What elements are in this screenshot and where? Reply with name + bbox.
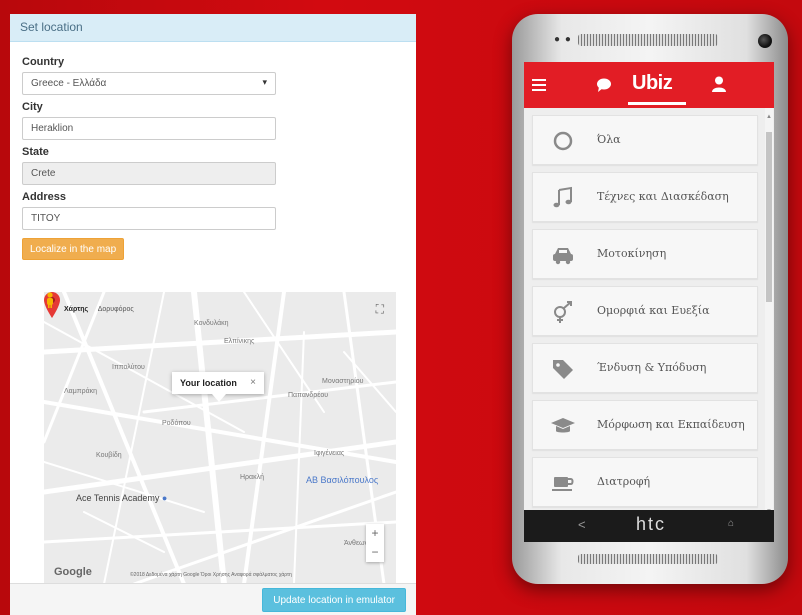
poi-tennis[interactable]: Ace Tennis Academy ● [76,493,167,503]
poi-ab[interactable]: ΑΒ Βασιλόπουλος [306,475,378,485]
street-label: Κονδυλάκη [194,320,229,327]
speaker-grille [578,34,718,46]
set-location-panel: Set location Country Greece - Ελλάδα ▾ C… [10,14,416,615]
graduation-cap-icon [551,418,575,433]
category-label: Διατροφή [597,475,651,488]
location-popup: Your location × [172,372,264,402]
circle-icon [553,131,573,151]
country-select[interactable]: Greece - Ελλάδα ▾ [22,72,276,95]
close-icon[interactable]: × [250,377,256,388]
popup-text: Your location [180,378,237,388]
street-label: Ροδόπου [162,420,191,427]
city-input[interactable]: Heraklion [22,117,276,140]
gender-icon [554,301,572,323]
location-form: Country Greece - Ελλάδα ▾ City Heraklion… [10,42,416,268]
address-input[interactable]: TITOY [22,207,276,230]
coffee-cup-icon [552,477,574,491]
state-label: State [22,146,49,158]
category-item-all[interactable]: Όλα [532,115,758,165]
category-item-food[interactable]: Διατροφή [532,457,758,507]
scroll-up-arrow-icon[interactable]: ▲ [766,114,772,120]
category-label: Μόρφωση και Εκπαίδευση [597,418,745,431]
street-label: Ηρακλή [240,474,264,481]
street-label: Παπανδρέου [288,392,329,399]
car-icon [553,248,573,265]
phone-screen: Ubiz Όλα Τέχνες και Διασκέδαση Μοτοκίνησ… [524,62,774,517]
app-logo: Ubiz [632,72,673,94]
zoom-in-button[interactable]: + [366,524,384,543]
category-label: Όλα [597,133,621,146]
category-item-education[interactable]: Μόρφωση και Εκπαίδευση [532,400,758,450]
logo-underline [628,102,686,105]
home-button[interactable]: ⌂ [728,518,734,529]
street-label: Ιππολύτου [112,364,145,371]
country-value: Greece - Ελλάδα [31,78,107,89]
phone-emulator: ● ● Ubiz Όλα Τέχνες και Διασκέδαση Μοτοκ… [512,14,788,584]
chat-bubble-icon[interactable] [596,78,612,92]
address-label: Address [22,191,67,203]
app-toolbar: Ubiz [524,62,774,108]
localize-button[interactable]: Localize in the map [22,238,125,260]
front-camera [758,34,772,48]
street-label: Λαμπράκη [64,388,98,395]
category-item-clothing[interactable]: Ένδυση & Υπόδυση [532,343,758,393]
category-item-arts[interactable]: Τέχνες και Διασκέδαση [532,172,758,222]
state-input: Crete [22,162,276,185]
street-label: Ιφιγένειας [314,450,345,457]
panel-title: Set location [10,14,416,42]
category-label: Τέχνες και Διασκέδαση [597,190,729,203]
street-label: Μοναστηρίου [322,378,364,385]
category-label: Ένδυση & Υπόδυση [597,361,707,374]
user-icon[interactable] [712,76,726,92]
phone-nav-bar: < htc ⌂ [524,510,774,542]
google-logo: Google [54,566,92,578]
category-item-beauty[interactable]: Ομορφιά και Ευεξία [532,286,758,336]
map-type-tabs: Χάρτης Δορυφόρος [64,306,142,313]
country-label: Country [22,56,65,68]
fullscreen-icon[interactable]: ⛶ [376,302,384,317]
category-list: Όλα Τέχνες και Διασκέδαση Μοτοκίνηση Ομο… [524,108,764,507]
zoom-controls: + − [366,524,384,562]
panel-footer: Update location in emulator [10,583,416,615]
poi-tennis-label: Ace Tennis Academy [76,493,160,503]
phone-brand-logo: htc [636,514,667,534]
street-label: Κουβίδη [96,452,122,459]
tag-icon [553,360,573,379]
chevron-down-icon: ▾ [262,77,267,87]
city-label: City [22,101,43,113]
tab-map[interactable]: Χάρτης [64,306,88,313]
sensor-dots: ● ● [554,34,572,45]
update-location-button[interactable]: Update location in emulator [262,588,406,612]
category-label: Μοτοκίνηση [597,247,667,260]
map-attribution[interactable]: ©2018 Δεδομένα χάρτη Google Όροι Χρήσης … [130,572,292,578]
category-label: Ομορφιά και Ευεξία [597,304,710,317]
street-label: Άνθεων [344,540,369,547]
street-label: Ελπίνικης [224,338,255,345]
zoom-out-button[interactable]: − [366,543,384,562]
scrollbar-thumb[interactable] [766,132,772,302]
map-view[interactable]: Χάρτης Δορυφόρος ⛶ Κονδυλάκη Ελπίνικης Π… [44,292,396,584]
street-view-pegman-icon[interactable] [44,292,56,308]
music-note-icon [553,186,572,208]
hamburger-menu-icon[interactable] [532,79,546,94]
back-button[interactable]: < [578,517,586,532]
tab-satellite[interactable]: Δορυφόρος [98,306,134,313]
bottom-speaker-grille [578,554,718,564]
category-item-motoring[interactable]: Μοτοκίνηση [532,229,758,279]
location-marker-icon: ● [161,493,168,503]
